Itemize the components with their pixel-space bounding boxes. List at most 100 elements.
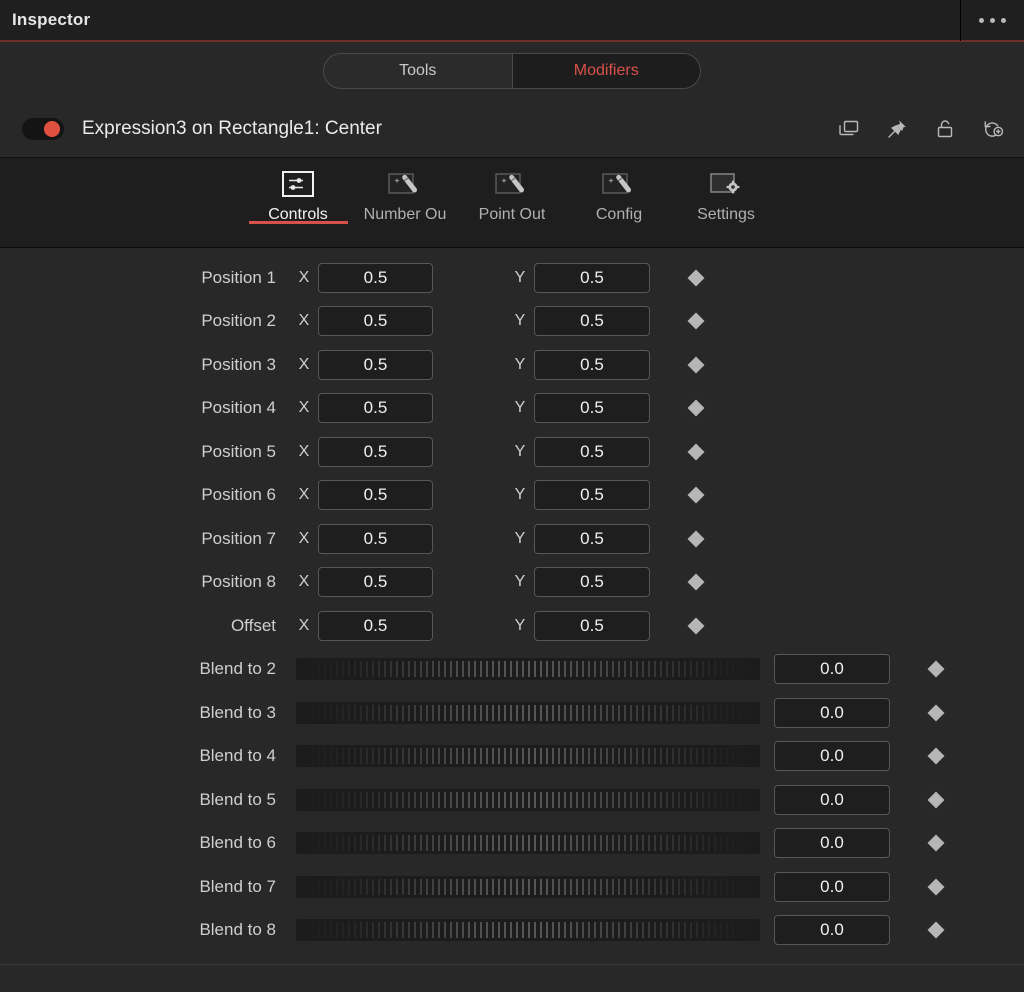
enable-toggle[interactable] <box>22 117 64 140</box>
reset-icon[interactable] <box>980 116 1006 142</box>
param-label: Position 3 <box>201 354 276 374</box>
y-value-input[interactable]: 0.5 <box>534 567 650 598</box>
tab-modifiers[interactable]: Modifiers <box>511 54 700 88</box>
param-label: Position 6 <box>201 485 276 505</box>
y-value-input[interactable]: 0.5 <box>534 480 650 511</box>
blend-slider[interactable] <box>296 875 760 898</box>
keyframe-cell <box>650 443 1024 461</box>
keyframe-cell <box>890 660 1024 678</box>
param-row-blend-to-8: Blend to 8 0.0 <box>0 909 1024 953</box>
x-value-input[interactable]: 0.5 <box>318 436 433 467</box>
slider-track-texture <box>300 704 756 721</box>
y-value-input[interactable]: 0.5 <box>534 610 650 641</box>
axis-label-y: Y <box>514 573 526 591</box>
keyframe-diamond-icon[interactable] <box>927 878 945 896</box>
keyframe-cell <box>650 269 1024 287</box>
keyframe-diamond-icon[interactable] <box>927 921 945 939</box>
blend-slider[interactable] <box>296 832 760 855</box>
overflow-menu-button[interactable] <box>960 0 1024 41</box>
tab-controls[interactable]: Controls <box>245 158 352 224</box>
keyframe-diamond-icon[interactable] <box>687 486 705 504</box>
blend-slider[interactable] <box>296 701 760 724</box>
blend-value-input[interactable]: 0.0 <box>774 697 890 728</box>
param-label: Blend to 2 <box>199 659 276 679</box>
param-label: Position 5 <box>201 441 276 461</box>
x-value-input[interactable]: 0.5 <box>318 349 433 380</box>
y-value-input[interactable]: 0.5 <box>534 306 650 337</box>
y-value-input[interactable]: 0.5 <box>534 262 650 293</box>
blend-value-input[interactable]: 0.0 <box>774 871 890 902</box>
blend-value-input[interactable]: 0.0 <box>774 828 890 859</box>
keyframe-diamond-icon[interactable] <box>927 747 945 765</box>
keyframe-diamond-icon[interactable] <box>687 356 705 374</box>
x-value-input[interactable]: 0.5 <box>318 306 433 337</box>
keyframe-diamond-icon[interactable] <box>927 791 945 809</box>
keyframe-cell <box>650 356 1024 374</box>
keyframe-diamond-icon[interactable] <box>927 704 945 722</box>
axis-label-x: X <box>298 573 310 591</box>
param-row-blend-to-4: Blend to 4 0.0 <box>0 735 1024 779</box>
keyframe-cell <box>650 486 1024 504</box>
overflow-dot-icon <box>990 17 995 23</box>
keyframe-diamond-icon[interactable] <box>687 269 705 287</box>
keyframe-diamond-icon[interactable] <box>687 399 705 417</box>
y-value-input[interactable]: 0.5 <box>534 393 650 424</box>
blend-slider[interactable] <box>296 745 760 768</box>
x-value-input[interactable]: 0.5 <box>318 523 433 554</box>
axis-label-x: X <box>298 399 310 417</box>
axis-label-x: X <box>298 616 310 634</box>
blend-value-input[interactable]: 0.0 <box>774 654 890 685</box>
param-label: Blend to 8 <box>199 920 276 940</box>
tab-tools[interactable]: Tools <box>324 54 512 88</box>
tab-settings[interactable]: Settings <box>673 158 780 224</box>
modifier-header: Expression3 on Rectangle1: Center <box>0 100 1024 158</box>
parameter-list: Position 1 X 0.5 Y 0.5 Position 2 X 0.5 … <box>0 248 1024 965</box>
x-value-input[interactable]: 0.5 <box>318 567 433 598</box>
blend-slider[interactable] <box>296 658 760 681</box>
y-value-input[interactable]: 0.5 <box>534 349 650 380</box>
param-row-blend-to-2: Blend to 2 0.0 <box>0 648 1024 692</box>
pin-icon[interactable] <box>884 116 910 142</box>
keyframe-diamond-icon[interactable] <box>687 530 705 548</box>
keyframe-diamond-icon[interactable] <box>927 660 945 678</box>
param-label: Blend to 6 <box>199 833 276 853</box>
blend-value-input[interactable]: 0.0 <box>774 915 890 946</box>
keyframe-diamond-icon[interactable] <box>687 573 705 591</box>
y-value-input[interactable]: 0.5 <box>534 523 650 554</box>
keyframe-diamond-icon[interactable] <box>687 617 705 635</box>
magic-wand-icon <box>495 166 529 202</box>
keyframe-cell <box>890 878 1024 896</box>
magic-wand-icon <box>602 166 636 202</box>
blend-value-input[interactable]: 0.0 <box>774 741 890 772</box>
param-row-position-1: Position 1 X 0.5 Y 0.5 <box>0 256 1024 300</box>
keyframe-diamond-icon[interactable] <box>687 312 705 330</box>
param-row-offset: Offset X 0.5 Y 0.5 <box>0 604 1024 648</box>
mode-switcher: Tools Modifiers <box>0 42 1024 100</box>
keyframe-cell <box>890 834 1024 852</box>
tab-point-out[interactable]: Point Out <box>459 158 566 224</box>
axis-label-y: Y <box>514 616 526 634</box>
x-value-input[interactable]: 0.5 <box>318 262 433 293</box>
param-row-blend-to-7: Blend to 7 0.0 <box>0 865 1024 909</box>
keyframe-cell <box>890 747 1024 765</box>
x-value-input[interactable]: 0.5 <box>318 610 433 641</box>
x-value-input[interactable]: 0.5 <box>318 393 433 424</box>
tab-number-out[interactable]: Number Ou <box>352 158 459 224</box>
axis-label-y: Y <box>514 355 526 373</box>
tab-config[interactable]: Config <box>566 158 673 224</box>
blend-value-input[interactable]: 0.0 <box>774 784 890 815</box>
page-title: Inspector <box>12 10 91 29</box>
y-value-input[interactable]: 0.5 <box>534 436 650 467</box>
keyframe-diamond-icon[interactable] <box>687 443 705 461</box>
duplicate-icon[interactable] <box>836 116 862 142</box>
x-value-input[interactable]: 0.5 <box>318 480 433 511</box>
tab-label: Number Ou <box>363 206 447 223</box>
keyframe-diamond-icon[interactable] <box>927 834 945 852</box>
keyframe-cell <box>650 312 1024 330</box>
param-label: Blend to 3 <box>199 702 276 722</box>
blend-slider[interactable] <box>296 788 760 811</box>
sliders-icon <box>282 166 314 202</box>
lock-icon[interactable] <box>932 116 958 142</box>
axis-label-x: X <box>298 268 310 286</box>
blend-slider[interactable] <box>296 919 760 942</box>
